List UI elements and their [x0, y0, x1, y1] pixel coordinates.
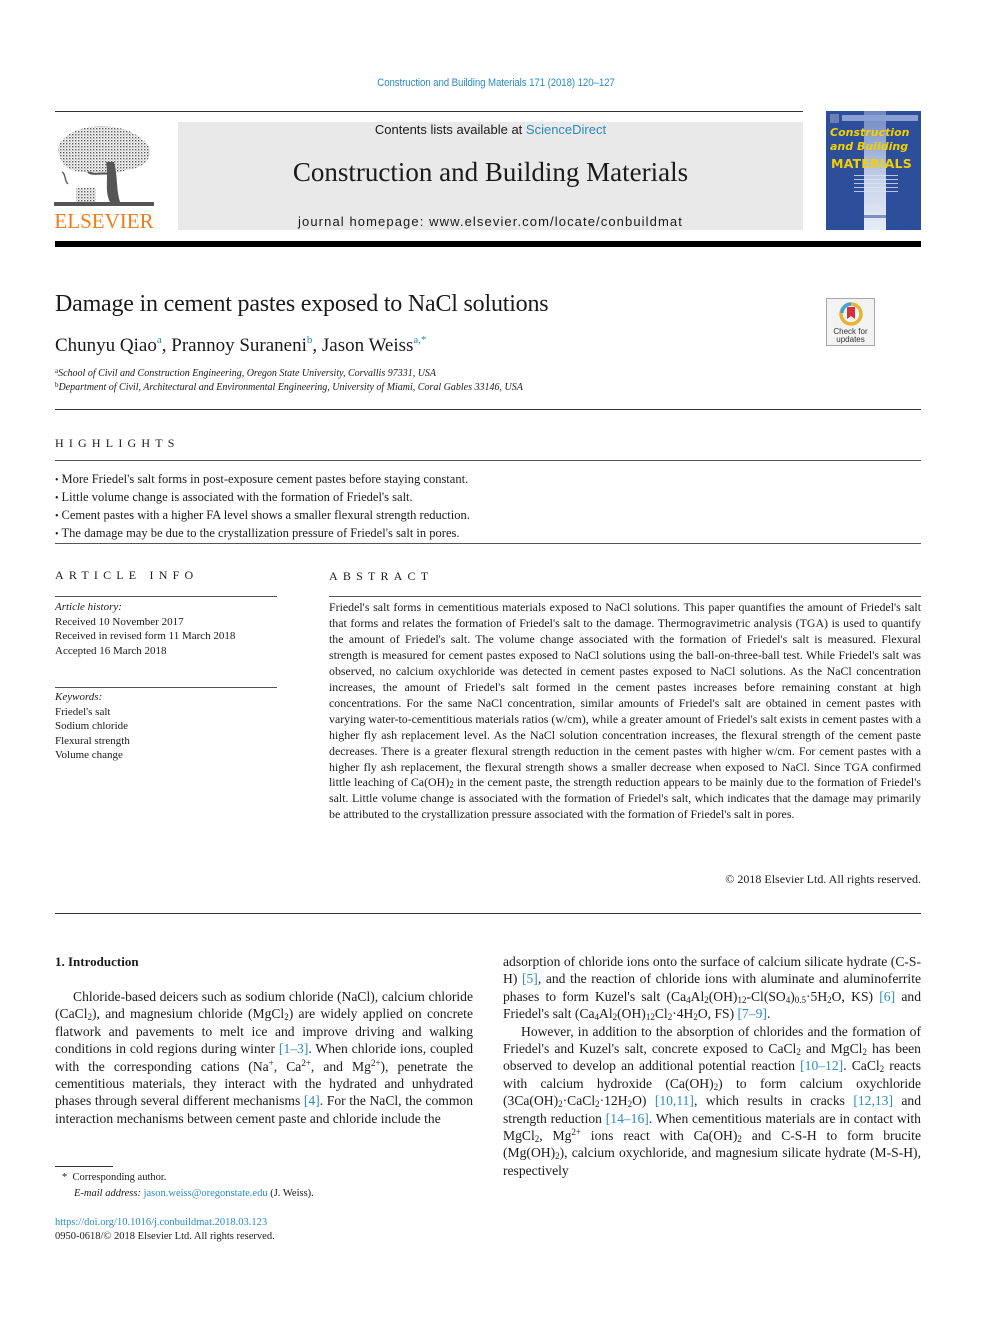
keywords-label: Keywords:	[55, 691, 103, 703]
cover-title-line2: and Building	[830, 140, 909, 153]
author-name[interactable]: Jason Weiss	[322, 335, 414, 356]
email-suffix: (J. Weiss).	[267, 1188, 314, 1199]
citation-link[interactable]: [10–12]	[800, 1058, 843, 1073]
issn-line: 0950-0618/© 2018 Elsevier Ltd. All right…	[55, 1231, 275, 1242]
journal-homepage[interactable]: journal homepage: www.elsevier.com/locat…	[178, 214, 803, 229]
citation-link[interactable]: [5]	[522, 971, 538, 986]
corresponding-label: Corresponding author.	[72, 1172, 167, 1183]
author-name[interactable]: Prannoy Suraneni	[171, 335, 307, 356]
corresponding-author-note: * Corresponding author.	[62, 1170, 166, 1185]
article-info-heading: ARTICLE INFO	[55, 568, 199, 582]
citation-link[interactable]: [12,13]	[853, 1093, 893, 1108]
abstract-part1: Friedel's salt forms in cementitious mat…	[329, 600, 921, 790]
email-label: E-mail address:	[74, 1188, 141, 1199]
elsevier-tree-icon	[54, 126, 154, 206]
elsevier-wordmark: ELSEVIER	[54, 209, 154, 233]
author-affiliation-link[interactable]: a	[157, 334, 162, 346]
keyword: Volume change	[55, 749, 123, 761]
history-received: Received 10 November 2017	[55, 615, 184, 628]
citation-link[interactable]: [6]	[879, 989, 895, 1004]
article-title: Damage in cement pastes exposed to NaCl …	[55, 291, 549, 317]
check-for-updates-button[interactable]: Check for updates	[826, 298, 875, 346]
affiliation-b: bDepartment of Civil, Architectural and …	[55, 381, 523, 393]
highlights-bottom-rule	[55, 543, 921, 544]
history-revised: Received in revised form 11 March 2018	[55, 630, 236, 642]
author-affiliation-link[interactable]: a,*	[413, 334, 426, 346]
citation-link[interactable]: [7–9]	[738, 1006, 767, 1021]
keywords-rule	[55, 687, 277, 688]
sciencedirect-link[interactable]: ScienceDirect	[526, 122, 606, 137]
affiliation-rule	[55, 409, 921, 410]
article-info-rule	[55, 596, 277, 597]
intro-paragraph: However, in addition to the absorption o…	[503, 1023, 921, 1178]
cover-small-text	[854, 175, 898, 195]
keyword: Friedel's salt	[55, 705, 111, 718]
check-updates-icon	[839, 302, 863, 326]
abstract-heading: ABSTRACT	[329, 569, 434, 583]
cover-footer	[864, 215, 886, 218]
affiliation-a: aSchool of Civil and Construction Engine…	[55, 367, 436, 379]
abstract-rule	[329, 596, 921, 597]
email-link[interactable]: jason.weiss@oregonstate.edu	[144, 1188, 268, 1199]
corresponding-mark: *	[62, 1172, 68, 1183]
footnote-rule	[55, 1166, 113, 1167]
contents-line: Contents lists available at ScienceDirec…	[178, 122, 803, 137]
affiliation-text: Department of Civil, Architectural and E…	[58, 382, 523, 393]
author-list: Chunyu Qiaoa, Prannoy Suranenib, Jason W…	[55, 334, 427, 356]
introduction-column-left: Chloride-based deicers such as sodium ch…	[55, 988, 473, 1127]
journal-banner: Contents lists available at ScienceDirec…	[178, 122, 803, 230]
check-updates-label: Check for updates	[827, 328, 874, 344]
doi-link[interactable]: https://doi.org/10.1016/j.conbuildmat.20…	[55, 1216, 275, 1230]
introduction-heading: 1. Introduction	[55, 954, 139, 969]
article-history-label: Article history:	[55, 601, 122, 613]
email-note: E-mail address: jason.weiss@oregonstate.…	[74, 1186, 314, 1201]
highlights-heading: HIGHLIGHTS	[55, 436, 180, 450]
citation-link[interactable]: [14–16]	[606, 1111, 649, 1126]
highlight-item: Little volume change is associated with …	[55, 489, 921, 507]
intro-paragraph: Chloride-based deicers such as sodium ch…	[55, 989, 473, 1126]
abstract-copyright: © 2018 Elsevier Ltd. All rights reserved…	[725, 872, 921, 886]
journal-name: Construction and Building Materials	[292, 157, 689, 187]
highlight-item: More Friedel's salt forms in post-exposu…	[55, 471, 921, 489]
abstract-text: Friedel's salt forms in cementitious mat…	[329, 600, 921, 823]
journal-reference-link[interactable]: Construction and Building Materials 171 …	[60, 77, 933, 89]
keyword: Sodium chloride	[55, 720, 129, 732]
keyword: Flexural strength	[55, 734, 130, 747]
check-updates-line2: updates	[836, 335, 865, 344]
cover-title-materials: MATERIALS	[831, 156, 912, 171]
abstract-bottom-rule	[55, 913, 921, 914]
elsevier-logo[interactable]: ELSEVIER	[54, 122, 154, 234]
cover-elsevier-icon	[830, 114, 839, 123]
header-thick-rule	[55, 241, 921, 247]
cover-title-line1: Construction	[830, 126, 910, 139]
history-accepted: Accepted 16 March 2018	[55, 644, 167, 657]
cover-title: Construction and Building	[830, 126, 920, 154]
journal-cover-thumbnail[interactable]: Construction and Building MATERIALS	[826, 111, 921, 230]
header-top-rule	[55, 111, 803, 112]
cover-topbar	[842, 115, 918, 121]
contents-prefix: Contents lists available at	[374, 122, 526, 137]
keywords-block: Keywords: Friedel's salt Sodium chloride…	[55, 690, 277, 763]
citation-link[interactable]: [4]	[304, 1093, 320, 1108]
citation-link[interactable]: [1–3]	[279, 1041, 308, 1056]
highlight-item: The damage may be due to the crystalliza…	[55, 525, 921, 543]
affiliation-text: School of Civil and Construction Enginee…	[58, 368, 437, 379]
author-name[interactable]: Chunyu Qiao	[55, 335, 157, 356]
doi-block: https://doi.org/10.1016/j.conbuildmat.20…	[55, 1216, 275, 1244]
article-history: Article history: Received 10 November 20…	[55, 600, 277, 658]
introduction-column-right: adsorption of chloride ions onto the sur…	[503, 953, 921, 1179]
highlights-list: More Friedel's salt forms in post-exposu…	[55, 471, 921, 543]
highlights-top-rule	[55, 460, 921, 461]
author-affiliation-link[interactable]: b	[307, 334, 313, 346]
highlight-item: Cement pastes with a higher FA level sho…	[55, 507, 921, 525]
citation-link[interactable]: [10,11]	[655, 1093, 694, 1108]
intro-paragraph-continued: adsorption of chloride ions onto the sur…	[503, 954, 922, 1023]
